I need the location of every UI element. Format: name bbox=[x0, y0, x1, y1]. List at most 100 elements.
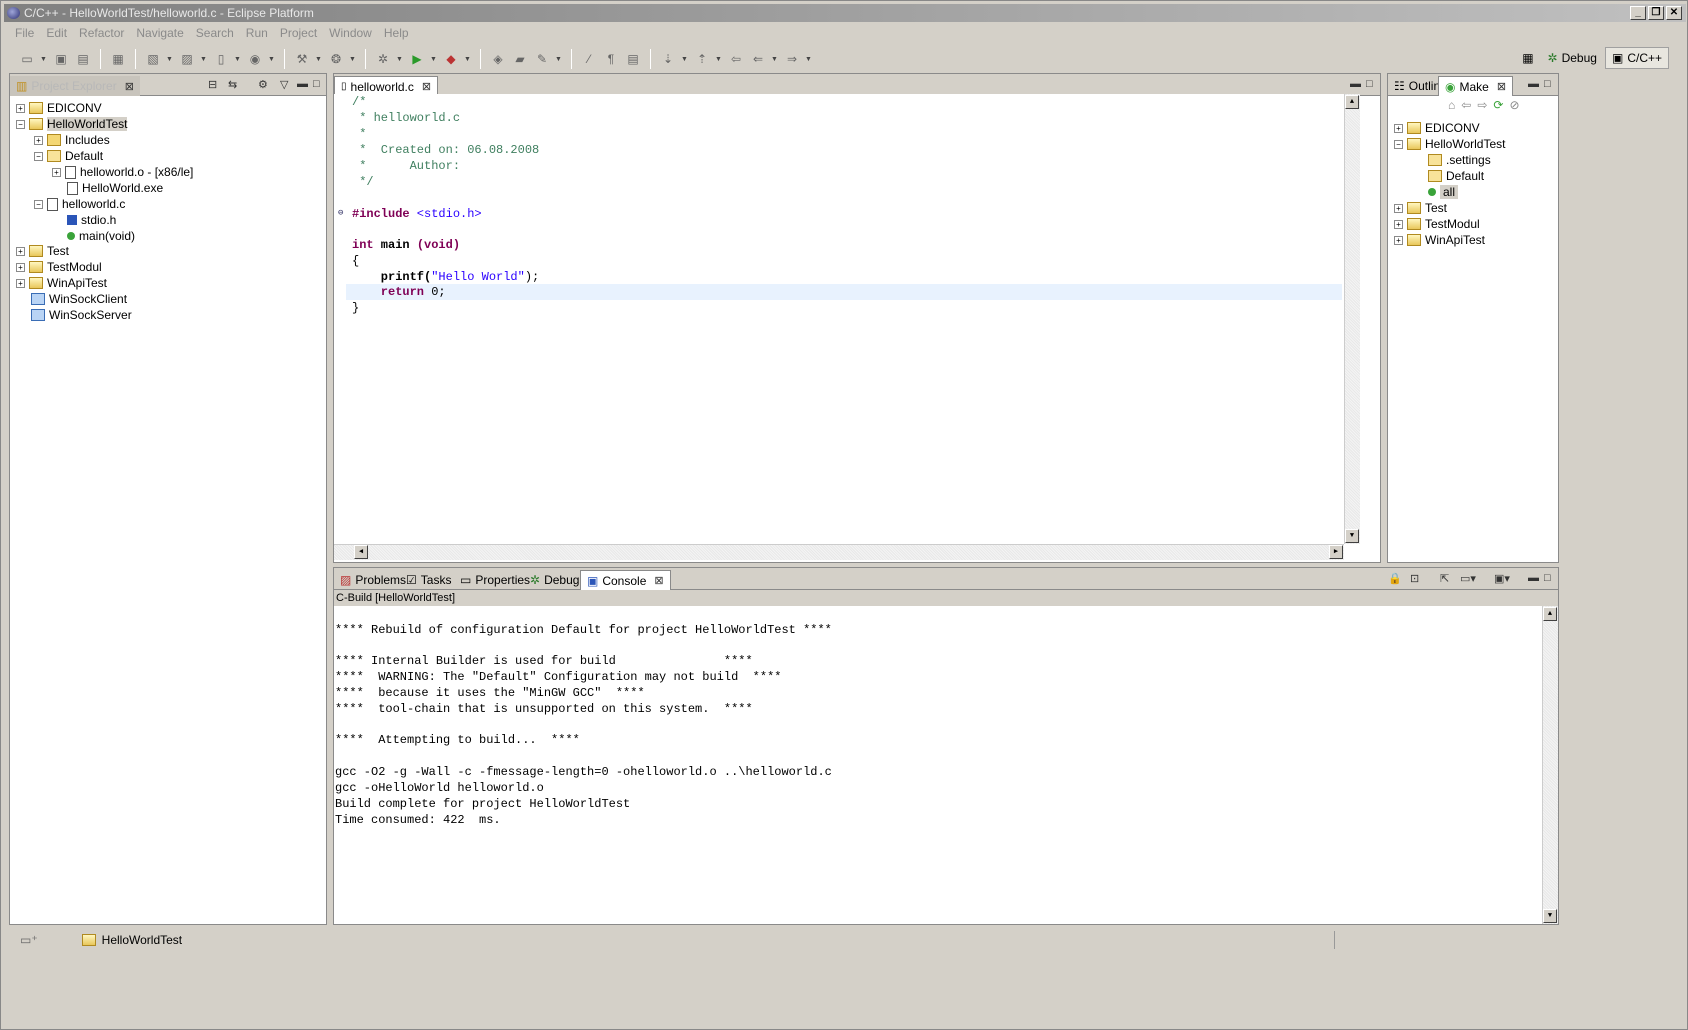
expand-icon[interactable]: + bbox=[1394, 219, 1403, 229]
scroll-down-icon[interactable]: ▼ bbox=[1543, 909, 1557, 923]
new-file-dropdown-icon[interactable]: ▼ bbox=[234, 56, 242, 63]
new-project-icon[interactable]: ▧ bbox=[144, 50, 162, 68]
close-icon[interactable]: ⊠ bbox=[654, 574, 663, 587]
view-menu-icon[interactable]: ▽ bbox=[280, 78, 288, 91]
make-item-testmodul[interactable]: + TestModul bbox=[1394, 216, 1480, 232]
run-icon[interactable]: ▶ bbox=[408, 50, 426, 68]
menu-help[interactable]: Help bbox=[379, 24, 414, 42]
scroll-lock-icon[interactable]: 🔒 bbox=[1388, 572, 1402, 585]
tab-helloworld-c[interactable]: ▯ helloworld.c ⊠ bbox=[334, 76, 439, 96]
console-vertical-scrollbar[interactable]: ▲ ▼ bbox=[1542, 606, 1558, 924]
project-explorer-tab[interactable]: ▥ Project Explorer ⊠ bbox=[10, 76, 140, 96]
expand-icon[interactable]: + bbox=[16, 278, 25, 288]
new-file-icon[interactable]: ▯ bbox=[212, 50, 230, 68]
scroll-left-icon[interactable]: ◀ bbox=[354, 545, 368, 559]
prev-annotation-icon[interactable]: ⇡ bbox=[693, 50, 711, 68]
menu-navigate[interactable]: Navigate bbox=[131, 24, 188, 42]
build-dropdown-icon[interactable]: ▼ bbox=[315, 56, 323, 63]
toggle-mark-icon[interactable]: ⁄ bbox=[580, 50, 598, 68]
show-whitespace-icon[interactable]: ¶ bbox=[602, 50, 620, 68]
pin-console-icon[interactable]: ⇱ bbox=[1440, 572, 1449, 585]
open-perspective-button[interactable]: ▦ bbox=[1516, 47, 1539, 69]
menu-edit[interactable]: Edit bbox=[41, 24, 72, 42]
debug-perspective-button[interactable]: ✲ Debug bbox=[1542, 47, 1603, 69]
tab-console[interactable]: ▣ Console ⊠ bbox=[580, 570, 671, 590]
minimize-view-icon[interactable]: ▬ bbox=[1528, 78, 1539, 90]
close-icon[interactable]: ⊠ bbox=[1497, 80, 1506, 93]
collapse-icon[interactable]: − bbox=[1394, 139, 1403, 149]
back-icon[interactable]: ⇐ bbox=[749, 50, 767, 68]
tab-debug[interactable]: ✲ Debug bbox=[524, 570, 585, 590]
menu-window[interactable]: Window bbox=[324, 24, 377, 42]
debug-icon[interactable]: ✲ bbox=[374, 50, 392, 68]
expand-icon[interactable]: + bbox=[16, 246, 25, 256]
tree-item-helloworld-exe[interactable]: HelloWorld.exe bbox=[67, 180, 163, 196]
prev-annotation-dropdown-icon[interactable]: ▼ bbox=[715, 56, 723, 63]
make-item-default[interactable]: Default bbox=[1428, 168, 1484, 184]
tree-item-helloworldtest[interactable]: − HelloWorldTest bbox=[16, 116, 128, 132]
display-console-icon[interactable]: ▭▾ bbox=[1460, 572, 1476, 585]
menu-search[interactable]: Search bbox=[191, 24, 239, 42]
fold-icon[interactable]: ⊖ bbox=[338, 208, 343, 218]
tree-item-includes[interactable]: + Includes bbox=[34, 132, 110, 148]
run-dropdown-icon[interactable]: ▼ bbox=[430, 56, 438, 63]
debug-dropdown-icon[interactable]: ▼ bbox=[396, 56, 404, 63]
maximize-view-icon[interactable]: □ bbox=[313, 78, 320, 90]
new-icon[interactable]: ▭ bbox=[18, 50, 36, 68]
menu-project[interactable]: Project bbox=[275, 24, 322, 42]
maximize-view-icon[interactable]: □ bbox=[1544, 572, 1551, 584]
new-folder-dropdown-icon[interactable]: ▼ bbox=[200, 56, 208, 63]
back-dropdown-icon[interactable]: ▼ bbox=[771, 56, 779, 63]
close-icon[interactable]: ⊠ bbox=[422, 80, 431, 93]
home-icon[interactable]: ⌂ bbox=[1448, 98, 1455, 112]
make-item-all[interactable]: all bbox=[1428, 184, 1459, 200]
hide-empty-folders-icon[interactable]: ⊘ bbox=[1509, 98, 1519, 112]
expand-icon[interactable]: + bbox=[34, 135, 43, 145]
expand-icon[interactable]: + bbox=[1394, 235, 1403, 245]
restore-button[interactable]: ❐ bbox=[1648, 6, 1664, 20]
menu-refactor[interactable]: Refactor bbox=[74, 24, 129, 42]
expand-icon[interactable]: + bbox=[16, 103, 25, 113]
tree-item-winsockclient[interactable]: WinSockClient bbox=[31, 291, 127, 307]
save-icon[interactable]: ▣ bbox=[52, 50, 70, 68]
last-edit-icon[interactable]: ⇦ bbox=[727, 50, 745, 68]
make-item-ediconv[interactable]: + EDICONV bbox=[1394, 120, 1480, 136]
build-all-icon[interactable]: ▦ bbox=[109, 50, 127, 68]
build-target-icon[interactable]: ⟳ bbox=[1493, 98, 1503, 112]
make-item-winapitest[interactable]: + WinApiTest bbox=[1394, 232, 1485, 248]
menu-file[interactable]: File bbox=[10, 24, 39, 42]
collapse-icon[interactable]: − bbox=[34, 199, 43, 209]
close-icon[interactable]: ⊠ bbox=[125, 80, 134, 93]
menu-run[interactable]: Run bbox=[241, 24, 273, 42]
scroll-up-icon[interactable]: ▲ bbox=[1543, 607, 1557, 621]
console-output[interactable]: **** Rebuild of configuration Default fo… bbox=[334, 606, 1558, 924]
make-item-helloworldtest[interactable]: − HelloWorldTest bbox=[1394, 136, 1505, 152]
tree-item-helloworld-o[interactable]: + helloworld.o - [x86/le] bbox=[52, 164, 193, 180]
new-dropdown-icon[interactable]: ▼ bbox=[40, 56, 48, 63]
next-annotation-icon[interactable]: ⇣ bbox=[659, 50, 677, 68]
forward-icon[interactable]: ⇨ bbox=[1477, 98, 1487, 112]
minimize-view-icon[interactable]: ▬ bbox=[297, 78, 308, 90]
scroll-up-icon[interactable]: ▲ bbox=[1345, 95, 1359, 109]
external-tools-icon[interactable]: ◆ bbox=[442, 50, 460, 68]
tree-item-testmodul[interactable]: + TestModul bbox=[16, 259, 102, 275]
link-editor-icon[interactable]: ⇆ bbox=[228, 78, 237, 91]
new-project-dropdown-icon[interactable]: ▼ bbox=[166, 56, 174, 63]
minimize-button[interactable]: _ bbox=[1630, 6, 1646, 20]
editor-vertical-scrollbar[interactable]: ▲ ▼ bbox=[1344, 94, 1360, 544]
search-tool-dropdown-icon[interactable]: ▼ bbox=[555, 56, 563, 63]
next-annotation-dropdown-icon[interactable]: ▼ bbox=[681, 56, 689, 63]
make-item-settings[interactable]: .settings bbox=[1428, 152, 1491, 168]
tab-make[interactable]: ◉ Make ⊠ bbox=[1438, 76, 1514, 96]
editor-horizontal-scrollbar[interactable]: ◀ ▶ bbox=[334, 544, 1344, 560]
build-icon[interactable]: ⚒ bbox=[293, 50, 311, 68]
back-icon[interactable]: ⇦ bbox=[1461, 98, 1471, 112]
search-dropdown-icon[interactable]: ▼ bbox=[349, 56, 357, 63]
tree-item-winsockserver[interactable]: WinSockServer bbox=[31, 307, 132, 323]
open-console-icon[interactable]: ▣▾ bbox=[1494, 572, 1510, 585]
code-editor[interactable]: /* * helloworld.c * * Created on: 06.08.… bbox=[334, 94, 1360, 560]
forward-icon[interactable]: ⇒ bbox=[783, 50, 801, 68]
block-select-icon[interactable]: ▤ bbox=[624, 50, 642, 68]
expand-icon[interactable]: + bbox=[1394, 203, 1403, 213]
tree-item-ediconv[interactable]: + EDICONV bbox=[16, 100, 102, 116]
